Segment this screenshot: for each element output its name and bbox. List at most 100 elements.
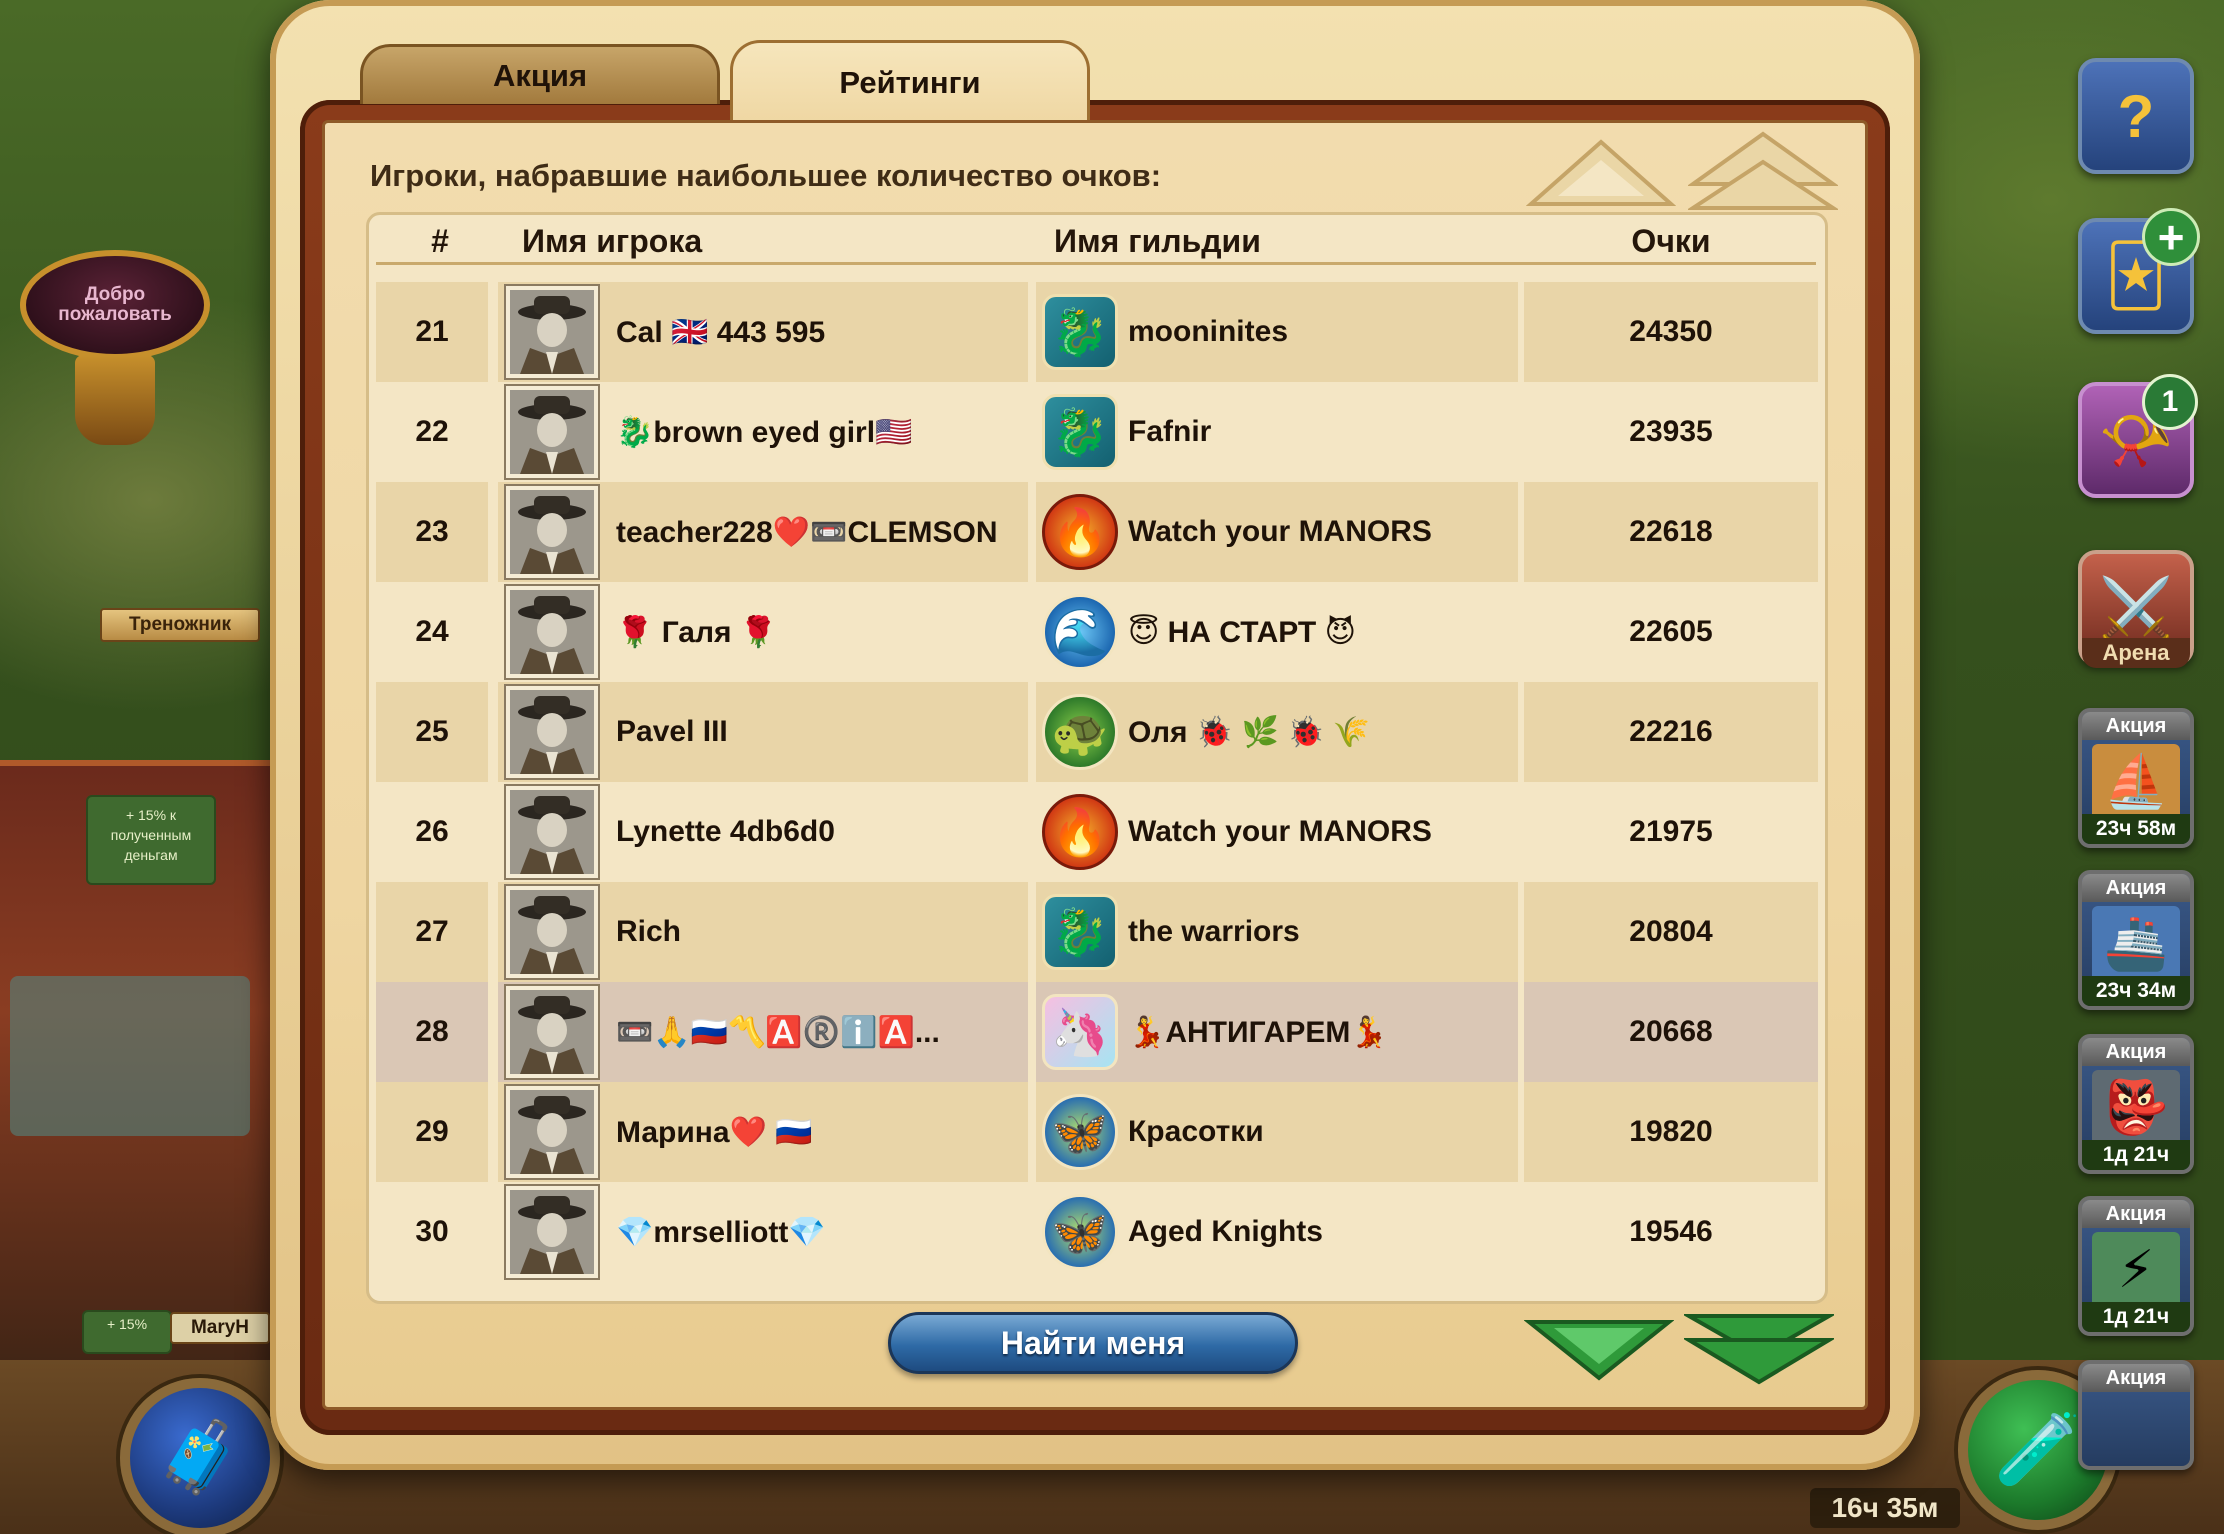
detective-avatar-icon[interactable] bbox=[506, 986, 598, 1078]
dragon-emblem-icon[interactable]: 🐉 bbox=[1042, 294, 1118, 370]
guild-name[interactable]: 😇 НА СТАРТ 😈 bbox=[1128, 615, 1356, 650]
page-down-button[interactable] bbox=[1523, 1314, 1675, 1394]
help-button[interactable]: ? bbox=[2078, 58, 2194, 174]
guild-name[interactable]: 💃АНТИГАРЕМ💃 bbox=[1128, 1015, 1388, 1050]
promo-button-1[interactable]: Акция ⛵ 23ч 58м bbox=[2078, 708, 2194, 848]
avatar-cell bbox=[504, 582, 600, 682]
dragon-emblem-icon[interactable]: 🐉 bbox=[1042, 894, 1118, 970]
promo-button-5[interactable]: Акция bbox=[2078, 1360, 2194, 1470]
guild-cell: 🐢 Оля 🐞 🌿 🐞 🌾 bbox=[1042, 682, 1518, 782]
quests-button[interactable]: 🃏 + bbox=[2078, 208, 2200, 334]
table-row[interactable]: 27 Rich 🐉 the warriors 20804 bbox=[376, 882, 1818, 982]
guild-name[interactable]: Aged Knights bbox=[1128, 1215, 1323, 1249]
tab-promo[interactable]: Акция bbox=[360, 44, 720, 104]
player-points: 20668 bbox=[1629, 1015, 1713, 1048]
phoenix-emblem-icon[interactable]: 🔥 bbox=[1042, 494, 1118, 570]
detective-avatar-icon[interactable] bbox=[506, 586, 598, 678]
promo-title: Акция bbox=[2082, 1038, 2190, 1066]
player-points: 21975 bbox=[1629, 815, 1713, 848]
unicorn-emblem-icon[interactable]: 🦄 bbox=[1042, 994, 1118, 1070]
inventory-button[interactable]: 🧳 bbox=[120, 1378, 280, 1534]
first-page-button[interactable] bbox=[1686, 128, 1840, 210]
player-rank: 23 bbox=[415, 515, 449, 548]
phoenix-emblem-icon[interactable]: 🔥 bbox=[1042, 794, 1118, 870]
player-points: 23935 bbox=[1629, 415, 1713, 448]
guild-cell: 🦋 Красотки bbox=[1042, 1082, 1518, 1182]
guild-name[interactable]: Watch your MANORS bbox=[1128, 515, 1432, 549]
turtle-emblem-icon[interactable]: 🐢 bbox=[1042, 694, 1118, 770]
detective-avatar-icon[interactable] bbox=[506, 786, 598, 878]
find-me-button[interactable]: Найти меня bbox=[888, 1312, 1298, 1374]
avatar-cell bbox=[504, 782, 600, 882]
avatar-cell bbox=[504, 282, 600, 382]
bottom-timer: 16ч 35м bbox=[1810, 1488, 1960, 1528]
player-rank: 21 bbox=[415, 315, 449, 348]
player-points: 24350 bbox=[1629, 315, 1713, 348]
guild-name[interactable]: Fafnir bbox=[1128, 415, 1211, 449]
guild-cell: 🦋 Aged Knights bbox=[1042, 1182, 1518, 1282]
guild-cell: 🐉 Fafnir bbox=[1042, 382, 1518, 482]
detective-avatar-icon[interactable] bbox=[506, 686, 598, 778]
table-row[interactable]: 24 🌹 Галя 🌹 🌊 😇 НА СТАРТ 😈 22605 bbox=[376, 582, 1818, 682]
detective-avatar-icon[interactable] bbox=[506, 886, 598, 978]
guild-name[interactable]: the warriors bbox=[1128, 915, 1300, 949]
player-rank: 28 bbox=[415, 1015, 449, 1048]
plus-badge: + bbox=[2142, 208, 2200, 266]
table-row[interactable]: 25 Pavel III 🐢 Оля 🐞 🌿 🐞 🌾 22216 bbox=[376, 682, 1818, 782]
table-row[interactable]: 29 Марина❤️ 🇷🇺 🦋 Красотки 19820 bbox=[376, 1082, 1818, 1182]
player-points: 22216 bbox=[1629, 715, 1713, 748]
guild-name[interactable]: Красотки bbox=[1128, 1115, 1264, 1149]
avatar-cell bbox=[504, 1082, 600, 1182]
promo-button-2[interactable]: Акция 🚢 23ч 34м bbox=[2078, 870, 2194, 1010]
column-header-points: Очки bbox=[1631, 223, 1711, 259]
page-up-button[interactable] bbox=[1525, 134, 1677, 214]
guild-name[interactable]: Оля 🐞 🌿 🐞 🌾 bbox=[1128, 715, 1370, 750]
column-header-rank: # bbox=[431, 223, 449, 259]
arrow-down-icon bbox=[1523, 1320, 1675, 1381]
detective-avatar-icon[interactable] bbox=[506, 286, 598, 378]
detective-avatar-icon[interactable] bbox=[506, 386, 598, 478]
column-header-player: Имя игрока bbox=[522, 223, 703, 259]
player-points: 19820 bbox=[1629, 1115, 1713, 1148]
ship-icon: 🚢 bbox=[2092, 906, 2180, 982]
wave-emblem-icon[interactable]: 🌊 bbox=[1042, 594, 1118, 670]
guild-cell: 🔥 Watch your MANORS bbox=[1042, 782, 1518, 882]
double-arrow-down-icon bbox=[1681, 1314, 1837, 1385]
player-tag[interactable]: MaryH bbox=[170, 1312, 270, 1344]
dragon-emblem-icon[interactable]: 🐉 bbox=[1042, 394, 1118, 470]
ship-icon: ⛵ bbox=[2092, 744, 2180, 820]
welcome-pillar bbox=[75, 355, 155, 445]
horn-button[interactable]: 📯 1 bbox=[2078, 374, 2198, 498]
map-location-label[interactable]: Треножник bbox=[100, 608, 260, 642]
table-row[interactable]: 22 🐉brown eyed girl🇺🇸 🐉 Fafnir 23935 bbox=[376, 382, 1818, 482]
count-badge: 1 bbox=[2142, 374, 2198, 430]
table-row[interactable]: 30 💎mrselliott💎 🦋 Aged Knights 19546 bbox=[376, 1182, 1818, 1282]
table-row[interactable]: 23 teacher228❤️📼CLEMSON 🔥 Watch your MANORS… bbox=[376, 482, 1818, 582]
table-row[interactable]: 28 📼🙏🇷🇺〽️🅰️®️ℹ️🅰️... 🦄 💃АНТИГАРЕМ💃 20668 bbox=[376, 982, 1818, 1082]
guild-name[interactable]: Watch your MANORS bbox=[1128, 815, 1432, 849]
column-header-guild: Имя гильдии bbox=[1054, 223, 1261, 259]
player-rank: 26 bbox=[415, 815, 449, 848]
table-row[interactable]: 26 Lynette 4db6d0 🔥 Watch your MANORS 21975 bbox=[376, 782, 1818, 882]
suitcase-icon: 🧳 bbox=[156, 1418, 244, 1496]
promo-timer: 23ч 58м bbox=[2082, 814, 2190, 844]
butterfly-emblem-icon[interactable]: 🦋 bbox=[1042, 1194, 1118, 1270]
arena-label: Арена bbox=[2082, 638, 2190, 668]
detective-avatar-icon[interactable] bbox=[506, 1086, 598, 1178]
butterfly-emblem-icon[interactable]: 🦋 bbox=[1042, 1094, 1118, 1170]
guild-cell: 🔥 Watch your MANORS bbox=[1042, 482, 1518, 582]
player-points: 19546 bbox=[1629, 1215, 1713, 1248]
arena-button[interactable]: ⚔️ Арена bbox=[2078, 550, 2194, 668]
guild-cell: 🌊 😇 НА СТАРТ 😈 bbox=[1042, 582, 1518, 682]
tab-ratings[interactable]: Рейтинги bbox=[730, 40, 1090, 122]
bonus-note: + 15% к полученным деньгам bbox=[86, 795, 216, 885]
promo-button-3[interactable]: Акция 👺 1д 21ч bbox=[2078, 1034, 2194, 1174]
guild-name[interactable]: mooninites bbox=[1128, 315, 1288, 349]
welcome-stand[interactable]: Добро пожаловать bbox=[20, 230, 210, 450]
avatar-cell bbox=[504, 682, 600, 782]
promo-button-4[interactable]: Акция ⚡ 1д 21ч bbox=[2078, 1196, 2194, 1336]
table-row[interactable]: 21 Cal 🇬🇧 443 595 🐉 mooninites 24350 bbox=[376, 282, 1818, 382]
detective-avatar-icon[interactable] bbox=[506, 486, 598, 578]
last-page-button[interactable] bbox=[1681, 1310, 1837, 1390]
detective-avatar-icon[interactable] bbox=[506, 1186, 598, 1278]
